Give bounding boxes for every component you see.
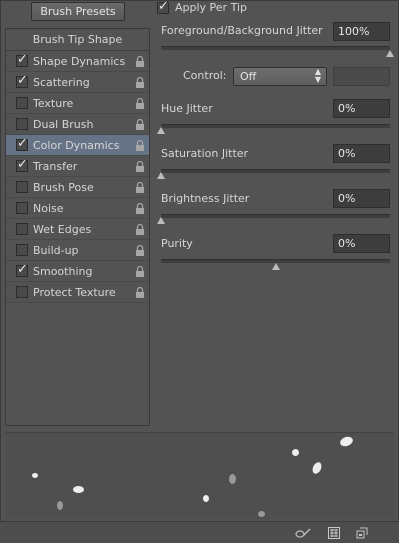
lock-icon[interactable] [135,98,145,109]
brush-option-checkbox[interactable] [16,244,28,256]
brush-option-item[interactable]: Brush Pose [6,177,149,198]
purity-slider-thumb[interactable] [271,263,280,270]
checkmark-icon: ✓ [17,157,28,172]
lock-icon[interactable] [135,77,145,88]
brush-option-label: Transfer [33,160,78,173]
brush-option-checkbox[interactable] [16,118,28,130]
brush-option-label: Build-up [33,244,79,257]
checkmark-icon: ✓ [17,73,28,88]
brush-option-item[interactable]: ✓ Shape Dynamics [6,51,149,72]
brush-option-item[interactable]: Noise [6,198,149,219]
hue-jitter-slider-thumb[interactable] [157,127,165,134]
panel-bottom-bar [0,521,399,543]
preview-dab [338,435,355,448]
brush-option-item[interactable]: Dual Brush [6,114,149,135]
lock-icon[interactable] [135,287,145,298]
saturation-jitter-slider[interactable] [161,169,390,173]
brush-option-checkbox[interactable] [16,97,28,109]
brush-option-item[interactable]: Build-up [6,240,149,261]
lock-icon[interactable] [135,119,145,130]
control-select-value: Off [240,70,257,83]
brush-option-label: Scattering [33,76,90,89]
apply-per-tip-checkbox[interactable]: ✓ [157,0,169,14]
preview-dab [310,460,324,476]
brightness-jitter-label: Brightness Jitter [161,192,250,205]
purity-value[interactable]: 0% [333,234,390,253]
brush-option-label: Brush Pose [33,181,94,194]
brush-option-item[interactable]: ✓ Scattering [6,72,149,93]
preview-dab [229,474,236,484]
brush-option-item[interactable]: ✓ Transfer [6,156,149,177]
brightness-jitter-slider[interactable] [161,214,390,218]
brush-option-label: Color Dynamics [33,139,120,152]
purity-label: Purity [161,237,193,250]
preview-dab [73,486,84,493]
fg-bg-jitter-slider[interactable] [161,46,390,50]
brush-option-checkbox[interactable]: ✓ [16,157,28,172]
brush-option-checkbox[interactable]: ✓ [16,52,28,67]
lock-icon[interactable] [135,266,145,277]
fg-bg-jitter-value[interactable]: 100% [333,22,390,41]
brush-option-item[interactable]: ✓ Color Dynamics [6,135,149,156]
lock-icon[interactable] [135,203,145,214]
brush-stroke-preview [5,432,394,519]
brush-option-item[interactable]: ✓ Smoothing [6,261,149,282]
checkmark-icon: ✓ [17,52,28,67]
brush-option-checkbox[interactable] [16,223,28,235]
hue-jitter-label: Hue Jitter [161,102,213,115]
brush-option-checkbox[interactable]: ✓ [16,73,28,88]
hue-jitter-slider[interactable] [161,124,390,128]
brightness-jitter-value[interactable]: 0% [333,189,390,208]
apply-per-tip-label: Apply Per Tip [175,1,247,14]
brush-option-item[interactable]: Wet Edges [6,219,149,240]
fg-bg-jitter-label: Foreground/Background Jitter [161,24,323,37]
lock-icon[interactable] [135,56,145,67]
brush-option-checkbox[interactable]: ✓ [16,262,28,277]
brush-option-label: Wet Edges [33,223,92,236]
saturation-jitter-slider-thumb[interactable] [157,172,165,179]
checkmark-icon: ✓ [17,262,28,277]
preview-dab [258,511,265,517]
lock-icon[interactable] [135,182,145,193]
brush-option-checkbox[interactable]: ✓ [16,136,28,151]
checkmark-icon: ✓ [17,136,28,151]
control-amount-field [333,67,390,86]
brush-option-label: Texture [33,97,74,110]
brightness-jitter-slider-thumb[interactable] [157,217,165,224]
brush-option-label: Protect Texture [33,286,116,299]
brush-preview-toggle-icon[interactable] [294,527,312,539]
lock-icon[interactable] [135,224,145,235]
grid-icon[interactable] [328,527,340,539]
hue-jitter-value[interactable]: 0% [333,99,390,118]
saturation-jitter-label: Saturation Jitter [161,147,249,160]
preview-dab [292,449,299,456]
lock-icon[interactable] [135,140,145,151]
fg-bg-jitter-slider-thumb[interactable] [386,50,394,57]
saturation-jitter-value[interactable]: 0% [333,144,390,163]
brush-option-label: Dual Brush [33,118,94,131]
brush-options-list: Brush Tip Shape ✓ Shape Dynamics ✓ Scatteri… [5,28,150,426]
brush-tip-shape-item[interactable]: Brush Tip Shape [6,29,149,51]
brush-option-checkbox[interactable] [16,181,28,193]
control-select[interactable]: Off ▲ ▼ [233,67,327,86]
preview-dab [32,473,38,478]
lock-icon[interactable] [135,245,145,256]
brush-option-label: Shape Dynamics [33,55,126,68]
preview-dab [203,495,209,502]
brush-option-checkbox[interactable] [16,286,28,298]
brush-option-label: Noise [33,202,64,215]
checkmark-icon: ✓ [158,0,169,14]
preview-dab [57,501,63,510]
brush-option-item[interactable]: Protect Texture [6,282,149,303]
brush-presets-button[interactable]: Brush Presets [31,2,125,21]
chevron-up-down-icon: ▲ ▼ [314,67,321,84]
brush-option-checkbox[interactable] [16,202,28,214]
brush-option-label: Smoothing [33,265,93,278]
lock-icon[interactable] [135,161,145,172]
control-label: Control: [183,69,227,82]
create-new-brush-icon[interactable] [356,527,368,539]
brush-option-item[interactable]: Texture [6,93,149,114]
